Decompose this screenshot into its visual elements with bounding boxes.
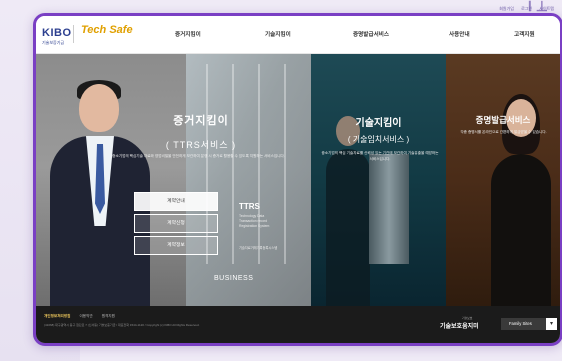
family-sites-label: Family Sites	[509, 321, 532, 326]
hero-area: 증거지킴이 ( TTRS서비스 ) 중소기업의 핵심기술 자료와 영업비밀을 안…	[36, 54, 560, 306]
browser-frame: KIBO 기술보증기금 Tech Safe 증거지킴이 기술지킴이 증명발급서비…	[33, 13, 562, 346]
kibo-logo-text: KIBO	[42, 27, 72, 39]
nav-evidence[interactable]: 증거지킴이	[175, 30, 201, 38]
footer-address: (41068) 대구광역시 동구 첨단로 7 (신서동) 기술보증기금 / 대표…	[44, 323, 200, 327]
panel-evidence-subtitle: ( TTRS서비스 )	[165, 140, 237, 150]
contract-info-button[interactable]: 계약안내	[134, 192, 218, 211]
panel-tech-guard-subtitle: ( 기술임치서비스 )	[347, 135, 410, 144]
nav-guide[interactable]: 사용안내	[449, 30, 470, 38]
contract-apply-button[interactable]: 계약신청	[134, 214, 218, 233]
top-links: 회원가입 로그인 사이트맵	[493, 6, 554, 12]
footer-link-privacy[interactable]: 개인정보처리방침	[44, 314, 70, 318]
business-label: BUSINESS	[214, 275, 254, 282]
ttrs-description: Technology Data Transaction record Regis…	[239, 214, 270, 228]
footer-link-terms[interactable]: 이용약관	[79, 314, 92, 318]
woman-body	[491, 154, 551, 306]
kibo-logo[interactable]: KIBO 기술보증기금	[42, 23, 72, 46]
panel-tech-guard-desc: 중소기업의 핵심 기술자료를 신뢰성 있는 기관에 보관하여 기술유출을 예방하…	[321, 151, 439, 161]
woman-engineer-body	[326, 149, 370, 306]
techsafe-logo[interactable]: Tech Safe	[81, 24, 133, 36]
window-lines	[206, 64, 306, 264]
ttrs-korean: 기술자료거래기록등록시스템	[239, 246, 278, 250]
footer-logo[interactable]: 기술보호움지미	[440, 321, 479, 330]
ttrs-label: TTRS	[239, 202, 260, 211]
panel-evidence-desc: 중소기업의 핵심기술 자료와 영업비밀을 안전하게 보관하여 분쟁 시 증거로 …	[112, 154, 285, 158]
nav-support[interactable]: 고객지원	[514, 30, 535, 38]
top-link-login[interactable]: 로그인	[521, 6, 532, 11]
top-link-sitemap[interactable]: 사이트맵	[539, 6, 554, 11]
panel-evidence-title: 증거지킴이	[173, 115, 229, 127]
panel-certificate-title: 증명발급서비스	[475, 115, 531, 125]
footer-link-remote[interactable]: 원격지원	[102, 314, 115, 318]
kibo-logo-sub: 기술보증기금	[42, 40, 65, 45]
site-header: KIBO 기술보증기금 Tech Safe 증거지킴이 기술지킴이 증명발급서비…	[36, 16, 560, 54]
nav-tech-guard[interactable]: 기술지킴이	[265, 30, 291, 38]
site-footer: 개인정보처리방침 이용약관 원격지원 (41068) 대구광역시 동구 첨단로 …	[36, 306, 560, 343]
man-head	[79, 84, 119, 132]
top-link-join[interactable]: 회원가입	[499, 6, 514, 11]
nav-certificate[interactable]: 증명발급서비스	[353, 30, 389, 38]
footer-logo-sub: 기술보호	[462, 316, 473, 320]
panel-certificate-desc: 각종 증명서를 온라인으로 간편하게 발급받을 수 있습니다.	[460, 130, 547, 134]
footer-links: 개인정보처리방침 이용약관 원격지원	[44, 314, 123, 319]
panel-tech-guard-title: 기술지킴이	[355, 118, 402, 129]
logo-divider	[73, 25, 74, 43]
family-sites-select[interactable]: Family Sites ▾	[501, 318, 557, 330]
server-rack	[369, 154, 409, 264]
contract-details-button[interactable]: 계약정보	[134, 236, 218, 255]
chevron-down-icon[interactable]: ▾	[546, 318, 557, 330]
